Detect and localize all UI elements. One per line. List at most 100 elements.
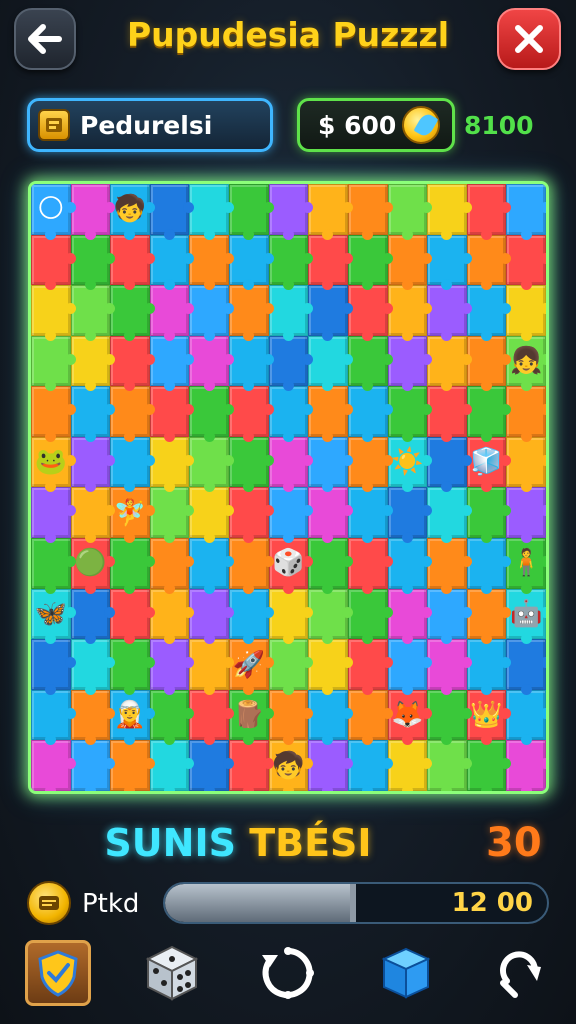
puzzle-piece[interactable]	[149, 335, 195, 391]
puzzle-piece[interactable]	[110, 639, 155, 695]
puzzle-piece[interactable]	[70, 588, 115, 644]
puzzle-piece[interactable]	[466, 538, 511, 594]
puzzle-piece[interactable]	[70, 234, 115, 290]
puzzle-piece[interactable]	[347, 285, 393, 341]
cube-button[interactable]	[373, 940, 439, 1006]
puzzle-piece[interactable]	[308, 335, 353, 391]
puzzle-piece[interactable]	[268, 436, 313, 493]
puzzle-piece[interactable]: 🧒	[268, 740, 313, 791]
puzzle-piece[interactable]	[308, 487, 353, 543]
puzzle-piece[interactable]	[189, 285, 234, 341]
puzzle-piece[interactable]: 🦊	[387, 689, 432, 745]
puzzle-piece[interactable]	[149, 386, 195, 442]
puzzle-piece[interactable]	[31, 386, 76, 442]
puzzle-piece[interactable]	[427, 639, 472, 695]
puzzle-piece[interactable]	[387, 335, 432, 391]
puzzle-piece[interactable]	[229, 285, 274, 341]
puzzle-piece[interactable]: ☀️	[387, 436, 432, 493]
puzzle-piece[interactable]: 🧊	[466, 436, 511, 493]
puzzle-piece[interactable]	[70, 436, 115, 493]
puzzle-piece[interactable]	[466, 386, 511, 442]
puzzle-piece[interactable]	[506, 639, 546, 695]
dice-button[interactable]	[139, 940, 205, 1006]
puzzle-piece[interactable]	[308, 538, 353, 594]
puzzle-piece[interactable]	[229, 740, 274, 791]
puzzle-piece[interactable]	[347, 386, 393, 442]
puzzle-piece[interactable]	[347, 335, 393, 391]
puzzle-piece[interactable]	[506, 386, 546, 442]
puzzle-piece[interactable]	[189, 436, 234, 493]
puzzle-piece[interactable]	[31, 487, 76, 543]
puzzle-piece[interactable]	[387, 487, 432, 543]
puzzle-piece[interactable]	[506, 689, 546, 745]
puzzle-piece[interactable]	[189, 487, 234, 543]
puzzle-piece[interactable]	[387, 740, 432, 791]
puzzle-piece[interactable]	[466, 234, 511, 290]
player-panel[interactable]: Pedurelsi	[27, 98, 273, 152]
puzzle-piece[interactable]	[70, 386, 115, 442]
puzzle-piece[interactable]: 👧	[506, 335, 546, 391]
puzzle-piece[interactable]	[149, 436, 195, 493]
puzzle-piece[interactable]: 🎲	[268, 538, 313, 594]
puzzle-piece[interactable]	[506, 436, 546, 493]
puzzle-piece[interactable]	[308, 234, 353, 290]
puzzle-piece[interactable]	[110, 234, 155, 290]
puzzle-piece[interactable]	[189, 538, 234, 594]
puzzle-piece[interactable]: 🐸	[31, 436, 76, 493]
close-button[interactable]	[497, 8, 561, 70]
puzzle-piece[interactable]	[427, 538, 472, 594]
puzzle-piece[interactable]	[347, 436, 393, 493]
puzzle-piece[interactable]	[427, 689, 472, 745]
puzzle-piece[interactable]	[427, 285, 472, 341]
puzzle-piece[interactable]	[70, 184, 115, 240]
puzzle-piece[interactable]	[427, 386, 472, 442]
puzzle-piece[interactable]	[110, 538, 155, 594]
puzzle-piece[interactable]	[466, 335, 511, 391]
puzzle-piece[interactable]	[229, 588, 274, 644]
puzzle-piece[interactable]	[31, 639, 76, 695]
puzzle-piece[interactable]	[308, 184, 353, 240]
puzzle-piece[interactable]	[110, 285, 155, 341]
puzzle-piece[interactable]	[506, 285, 546, 341]
puzzle-piece[interactable]	[110, 740, 155, 791]
puzzle-piece[interactable]	[268, 285, 313, 341]
puzzle-piece[interactable]	[229, 184, 274, 240]
puzzle-piece[interactable]	[466, 487, 511, 543]
puzzle-piece[interactable]	[268, 487, 313, 543]
puzzle-piece[interactable]	[268, 234, 313, 290]
puzzle-piece[interactable]	[427, 740, 472, 791]
puzzle-piece[interactable]	[149, 689, 195, 745]
puzzle-piece[interactable]	[466, 588, 511, 644]
redo-button[interactable]	[490, 940, 556, 1006]
puzzle-piece[interactable]	[70, 487, 115, 543]
puzzle-piece[interactable]	[347, 538, 393, 594]
puzzle-piece[interactable]	[110, 588, 155, 644]
puzzle-piece[interactable]	[466, 184, 511, 240]
puzzle-piece[interactable]	[229, 538, 274, 594]
puzzle-piece[interactable]	[189, 335, 234, 391]
puzzle-piece[interactable]	[387, 285, 432, 341]
puzzle-piece[interactable]	[268, 689, 313, 745]
puzzle-piece[interactable]	[149, 234, 195, 290]
puzzle-piece[interactable]	[70, 740, 115, 791]
puzzle-piece[interactable]	[506, 234, 546, 290]
puzzle-piece[interactable]	[308, 285, 353, 341]
puzzle-piece[interactable]	[308, 639, 353, 695]
rotate-button[interactable]	[255, 940, 321, 1006]
puzzle-piece[interactable]	[149, 740, 195, 791]
puzzle-piece[interactable]	[31, 689, 76, 745]
puzzle-piece[interactable]	[229, 335, 274, 391]
puzzle-piece[interactable]	[347, 588, 393, 644]
puzzle-piece[interactable]	[347, 234, 393, 290]
puzzle-piece[interactable]	[70, 285, 115, 341]
puzzle-piece[interactable]	[268, 588, 313, 644]
puzzle-piece[interactable]: 🧒	[110, 184, 155, 240]
puzzle-piece[interactable]: 🚀	[229, 639, 274, 695]
puzzle-piece[interactable]	[268, 386, 313, 442]
puzzle-piece[interactable]	[31, 538, 76, 594]
puzzle-piece[interactable]	[308, 386, 353, 442]
puzzle-piece[interactable]: 🤖	[506, 588, 546, 644]
puzzle-piece[interactable]: 🪵	[229, 689, 274, 745]
puzzle-piece[interactable]	[268, 639, 313, 695]
puzzle-board[interactable]: 🌕 🧒 👧 🐸 ☀️ 🧊 🧚 🟢 🎲 🧍 🦋 🤖 🚀 🧝 🪵 🦊 👑 🧒	[28, 181, 549, 794]
